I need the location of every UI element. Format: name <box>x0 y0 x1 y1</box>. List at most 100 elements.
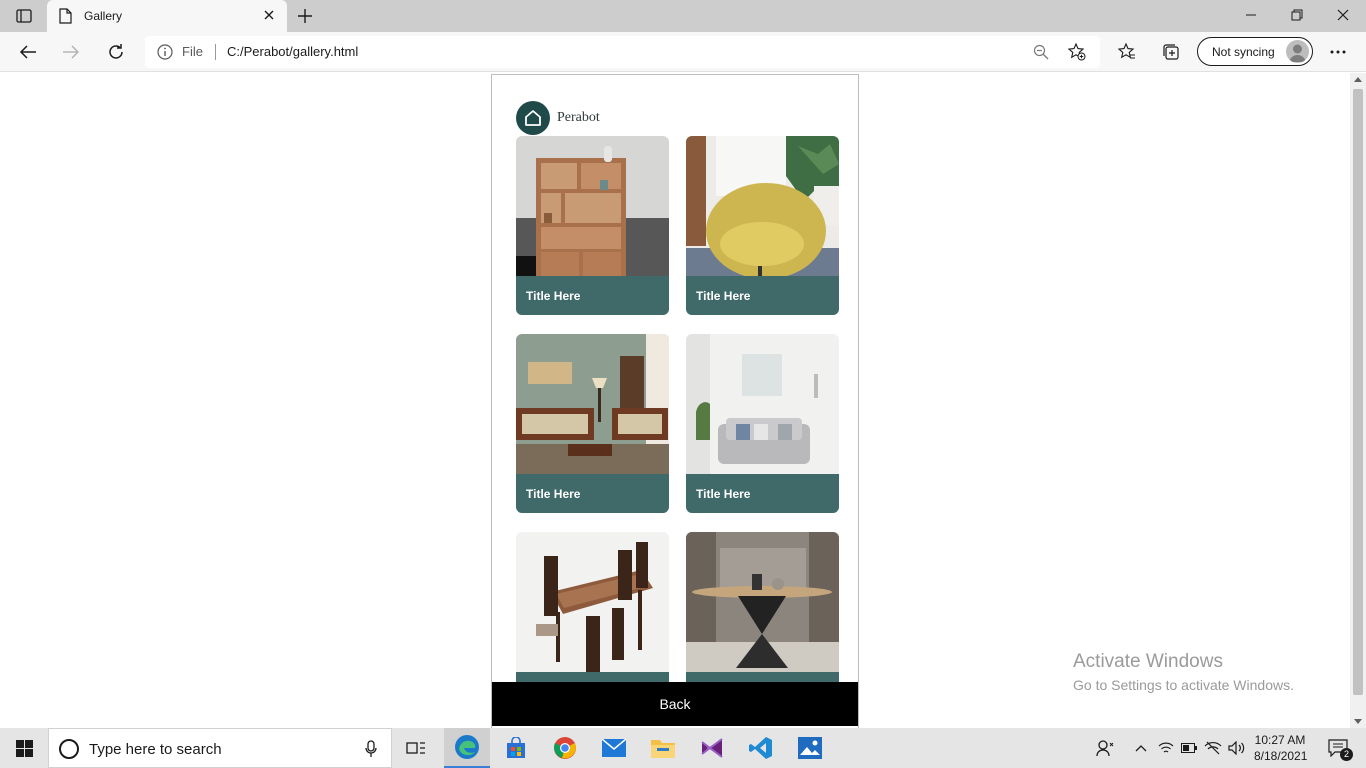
volume-tray[interactable] <box>1226 728 1248 768</box>
system-clock[interactable]: 10:27 AM 8/18/2021 <box>1254 732 1307 764</box>
people-icon <box>1096 740 1114 757</box>
profile-sync-button[interactable]: Not syncing <box>1197 37 1313 66</box>
taskbar-app-photos[interactable] <box>788 728 832 768</box>
gallery-app-frame: Perabot Title Here Title Here Title Here… <box>491 74 859 728</box>
windows-taskbar: Type here to search 10:27 AM 8/18/2021 2 <box>0 728 1366 768</box>
card-caption: Title Here <box>516 474 669 513</box>
people-button[interactable] <box>1092 728 1118 768</box>
cortana-icon <box>59 739 79 759</box>
action-center-button[interactable]: 2 <box>1318 728 1358 768</box>
address-scheme-label: File <box>182 44 203 59</box>
back-nav-button[interactable] <box>14 38 42 66</box>
living-room-sofa-photo <box>516 334 669 474</box>
task-view-icon <box>406 742 425 754</box>
back-button-label: Back <box>659 696 691 712</box>
battery-tray[interactable] <box>1179 728 1199 768</box>
scrollbar-thumb[interactable] <box>1353 89 1363 695</box>
tab-actions-button[interactable] <box>10 6 38 26</box>
card-title: Title Here <box>526 289 581 303</box>
edge-browser-icon <box>455 735 479 759</box>
card-title: Title Here <box>526 487 581 501</box>
brand-name: Perabot <box>557 110 600 125</box>
windows-logo-icon <box>15 739 33 757</box>
brand-header[interactable]: Perabot <box>516 101 600 135</box>
back-button[interactable]: Back <box>492 682 858 726</box>
refresh-icon <box>109 44 123 59</box>
taskbar-app-edge[interactable] <box>444 728 490 768</box>
store-bag-icon <box>507 737 525 758</box>
folder-icon <box>651 740 675 758</box>
scroll-down-arrow-icon[interactable] <box>1354 719 1362 724</box>
search-placeholder: Type here to search <box>89 741 222 758</box>
home-icon <box>525 110 541 126</box>
visual-studio-icon <box>701 738 723 758</box>
sync-status-label: Not syncing <box>1212 45 1275 59</box>
watermark-subtitle: Go to Settings to activate Windows. <box>1073 677 1294 693</box>
speaker-icon <box>1228 741 1245 755</box>
taskbar-search-box[interactable]: Type here to search <box>48 728 392 768</box>
microphone-icon[interactable] <box>365 740 377 758</box>
gallery-card[interactable]: Title Here <box>516 334 669 513</box>
refresh-button[interactable] <box>102 38 130 66</box>
scroll-up-arrow-icon[interactable] <box>1354 77 1362 82</box>
forward-nav-button[interactable] <box>57 38 85 66</box>
chevron-up-icon <box>1135 745 1147 752</box>
plus-icon <box>298 9 312 23</box>
info-icon[interactable] <box>157 44 173 60</box>
activate-windows-watermark: Activate Windows Go to Settings to activ… <box>1073 651 1294 693</box>
wifi-off-tray[interactable] <box>1203 728 1223 768</box>
wifi-icon <box>1158 742 1174 753</box>
favorites-button[interactable] <box>1113 38 1141 66</box>
taskbar-app-mail[interactable] <box>592 728 636 768</box>
dining-table-photo <box>516 532 669 672</box>
taskbar-app-visual-studio[interactable] <box>690 728 734 768</box>
round-table-photo <box>686 532 839 672</box>
bookshelf-photo <box>516 136 669 276</box>
taskbar-app-vscode[interactable] <box>739 728 783 768</box>
gallery-card[interactable]: Title Here <box>686 334 839 513</box>
browser-tab-gallery[interactable]: Gallery <box>47 0 287 32</box>
start-button[interactable] <box>0 728 48 768</box>
tab-title: Gallery <box>84 9 123 23</box>
close-window-button[interactable] <box>1320 0 1366 30</box>
minimize-button[interactable] <box>1228 0 1274 30</box>
chrome-icon <box>554 737 576 759</box>
address-bar[interactable]: File C:/Perabot/gallery.html <box>145 36 1100 68</box>
zoom-out-icon[interactable] <box>1033 44 1049 60</box>
show-hidden-icons-button[interactable] <box>1130 728 1152 768</box>
watermark-title: Activate Windows <box>1073 651 1223 672</box>
tab-actions-icon <box>16 9 32 23</box>
taskbar-app-chrome[interactable] <box>543 728 587 768</box>
card-caption: Title Here <box>516 276 669 315</box>
page-viewport: Perabot Title Here Title Here Title Here… <box>0 73 1350 728</box>
page-scrollbar[interactable] <box>1350 73 1366 728</box>
task-view-button[interactable] <box>396 728 436 768</box>
card-caption: Title Here <box>686 474 839 513</box>
gallery-card[interactable]: Title Here <box>516 136 669 315</box>
address-separator <box>215 44 216 60</box>
restore-icon <box>1291 9 1303 21</box>
close-tab-icon[interactable] <box>262 8 276 22</box>
gallery-card[interactable]: Title Here <box>686 136 839 315</box>
collections-button[interactable] <box>1157 38 1185 66</box>
new-tab-button[interactable] <box>294 5 316 27</box>
restore-button[interactable] <box>1274 0 1320 30</box>
add-favorite-icon[interactable] <box>1068 43 1086 61</box>
network-tray[interactable] <box>1156 728 1176 768</box>
no-wifi-icon <box>1204 741 1222 755</box>
taskbar-app-store[interactable] <box>494 728 538 768</box>
favorites-star-icon <box>1118 43 1135 59</box>
minimize-icon <box>1246 14 1256 16</box>
page-icon <box>59 8 72 24</box>
tab-strip: Gallery <box>0 0 1366 32</box>
avatar <box>1286 40 1309 63</box>
settings-more-button[interactable] <box>1324 38 1352 66</box>
taskbar-app-explorer[interactable] <box>641 728 685 768</box>
mail-icon <box>602 739 626 757</box>
yellow-chair-photo <box>686 136 839 276</box>
more-dots-icon <box>1330 50 1346 54</box>
card-title: Title Here <box>696 487 751 501</box>
address-url[interactable]: C:/Perabot/gallery.html <box>227 44 358 59</box>
close-icon <box>1337 9 1349 21</box>
notification-count-badge: 2 <box>1340 748 1353 761</box>
